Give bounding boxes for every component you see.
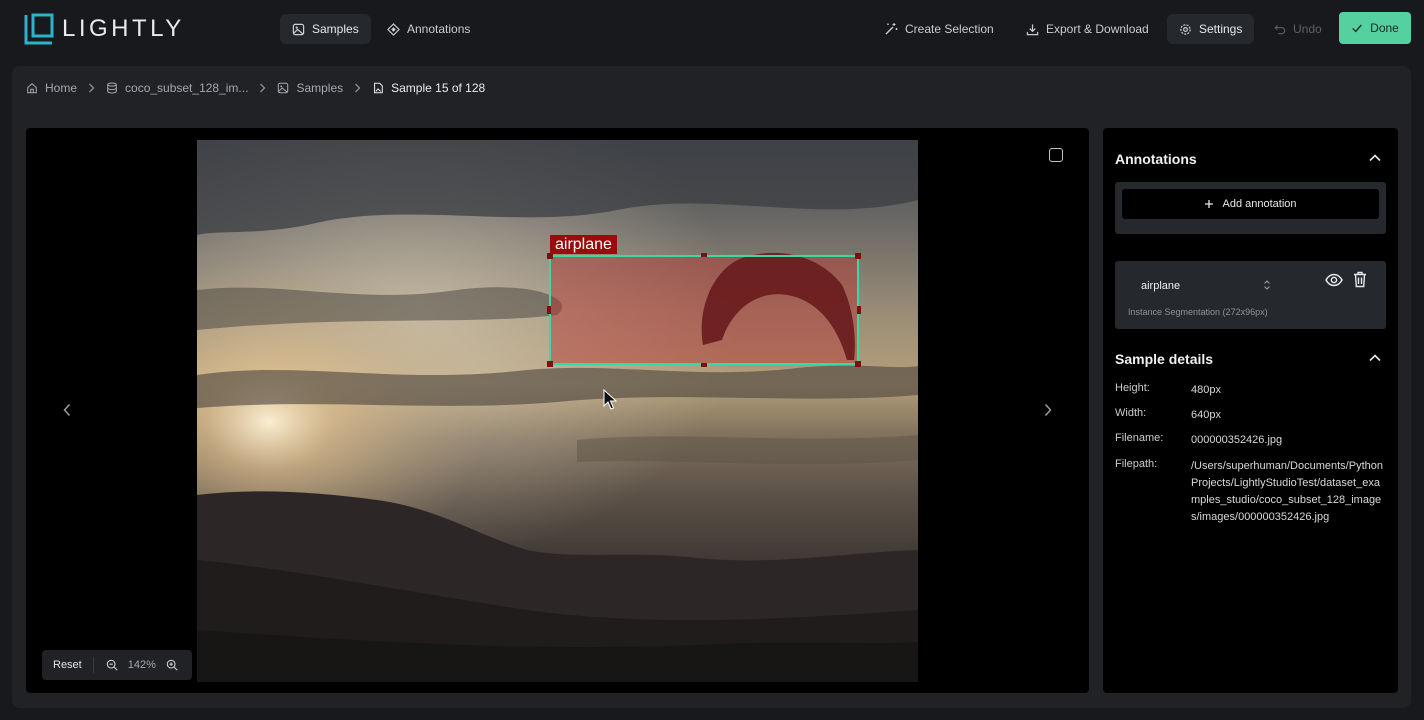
add-annotation-container: Add annotation	[1115, 182, 1386, 234]
plus-icon	[1205, 200, 1214, 208]
mouse-cursor-icon	[603, 389, 617, 410]
eye-icon[interactable]	[1325, 273, 1343, 287]
magic-wand-icon	[885, 23, 898, 35]
detail-value: 480px	[1191, 384, 1221, 396]
detail-row-width: Width: 640px	[1115, 407, 1386, 424]
detail-value: /Users/superhuman/Documents/PythonProjec…	[1191, 460, 1383, 523]
undo-icon	[1274, 25, 1286, 35]
chevron-up-icon[interactable]	[1369, 354, 1381, 362]
zoom-level: 142%	[127, 659, 156, 671]
detail-value: 640px	[1191, 409, 1221, 421]
breadcrumb-home-label: Home	[45, 81, 78, 95]
undo-label: Undo	[1293, 22, 1322, 36]
select-checkbox[interactable]	[1049, 148, 1063, 162]
settings-label: Settings	[1199, 22, 1243, 36]
breadcrumb-dataset[interactable]: coco_subset_128_im...	[106, 81, 248, 95]
right-panel: Annotations Add annotation airplane Inst…	[1103, 128, 1398, 693]
detail-value: 000000352426.jpg	[1191, 434, 1283, 446]
image-icon	[292, 23, 305, 35]
chevron-left-icon[interactable]	[62, 403, 72, 417]
nav-annotations-label: Annotations	[407, 22, 471, 36]
sample-details-title: Sample details	[1115, 351, 1214, 367]
zoom-in-icon[interactable]	[166, 659, 178, 671]
lightly-logo[interactable]: LIGHTLY	[24, 12, 185, 46]
create-selection-label: Create Selection	[905, 22, 994, 36]
detail-row-filepath: Filepath: /Users/superhuman/Documents/Py…	[1115, 458, 1386, 526]
chevron-right-icon	[354, 83, 361, 93]
detail-row-filename: Filename: 000000352426.jpg	[1115, 432, 1386, 449]
annotation-subtitle: Instance Segmentation (272x96px)	[1128, 307, 1268, 317]
annotation-label-select[interactable]: airplane	[1141, 280, 1180, 292]
breadcrumb-home[interactable]: Home	[26, 81, 77, 95]
file-image-icon	[374, 82, 383, 94]
breadcrumb-dataset-label: coco_subset_128_im...	[125, 81, 249, 95]
breadcrumb-current: Sample 15 of 128	[372, 81, 485, 95]
lightly-logo-icon	[24, 13, 54, 45]
diamond-icon	[387, 22, 400, 36]
divider	[92, 657, 94, 673]
add-annotation-button[interactable]: Add annotation	[1122, 189, 1379, 219]
top-bar: LIGHTLY Samples Annotations Create Selec…	[0, 0, 1424, 58]
chevron-up-icon[interactable]	[1369, 154, 1381, 162]
breadcrumb-samples[interactable]: Samples	[277, 81, 343, 95]
done-label: Done	[1370, 21, 1399, 35]
images-icon	[278, 82, 289, 94]
image-viewer[interactable]: airplane Reset 142%	[26, 128, 1089, 693]
detail-key: Height:	[1115, 382, 1150, 394]
gear-icon	[1180, 23, 1191, 35]
annotation-item[interactable]: airplane Instance Segmentation (272x96px…	[1115, 261, 1386, 329]
zoom-reset-button[interactable]: Reset	[42, 659, 93, 671]
nav-samples-label: Samples	[312, 22, 359, 36]
nav-annotations-button[interactable]: Annotations	[375, 14, 482, 44]
breadcrumb: Home coco_subset_128_im... Samples Sampl…	[26, 80, 485, 96]
check-icon	[1352, 24, 1362, 33]
logo-text: LIGHTLY	[62, 15, 185, 42]
detail-row-height: Height: 480px	[1115, 382, 1386, 399]
annotations-title: Annotations	[1115, 151, 1197, 167]
trash-icon[interactable]	[1353, 271, 1367, 288]
chevron-up-down-icon[interactable]	[1263, 279, 1271, 291]
breadcrumb-current-label: Sample 15 of 128	[391, 81, 486, 95]
export-download-label: Export & Download	[1046, 22, 1149, 36]
download-icon	[1026, 23, 1039, 35]
export-download-button[interactable]: Export & Download	[1014, 14, 1161, 44]
done-button[interactable]: Done	[1339, 12, 1411, 44]
chevron-right-icon	[259, 83, 266, 93]
settings-button[interactable]: Settings	[1167, 14, 1255, 44]
undo-button[interactable]: Undo	[1262, 14, 1334, 44]
home-icon	[27, 83, 37, 94]
sample-image[interactable]: airplane	[197, 140, 918, 682]
add-annotation-label: Add annotation	[1222, 198, 1297, 210]
chevron-right-icon[interactable]	[1043, 403, 1053, 417]
breadcrumb-samples-label: Samples	[296, 81, 344, 95]
zoom-controls: Reset 142%	[42, 650, 192, 680]
chevron-right-icon	[88, 83, 95, 93]
detail-key: Filepath:	[1115, 458, 1158, 470]
detail-key: Width:	[1115, 407, 1147, 419]
database-icon	[107, 82, 117, 94]
zoom-out-icon[interactable]	[106, 659, 118, 671]
detail-key: Filename:	[1115, 432, 1164, 444]
create-selection-button[interactable]: Create Selection	[872, 14, 1006, 44]
bbox-label: airplane	[550, 235, 617, 254]
nav-samples-button[interactable]: Samples	[280, 14, 371, 44]
